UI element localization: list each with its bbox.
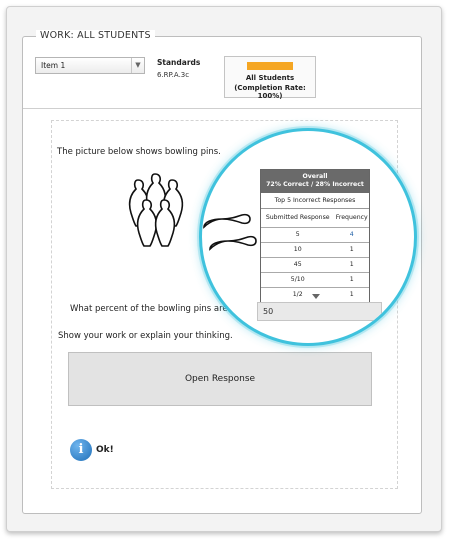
info-icon[interactable]: i [70, 439, 92, 461]
response-cell: 5 [295, 231, 300, 239]
frequency-cell: 1 [349, 261, 354, 269]
bowling-pins-icon [128, 173, 184, 247]
item-select-value: Item 1 [41, 61, 66, 70]
table-row: 10 1 [261, 241, 369, 257]
completion-rate: (Completion Rate: 100%) [234, 84, 306, 100]
response-stats-popup: Overall 72% Correct / 28% Incorrect Top … [260, 169, 370, 303]
response-cell: 45 [293, 261, 302, 269]
popup-pointer [312, 294, 320, 299]
response-magnifier: Overall 72% Correct / 28% Incorrect Top … [199, 128, 417, 346]
chevron-down-icon[interactable]: ▼ [131, 58, 144, 73]
show-work-instruction: Show your work or explain your thinking. [58, 331, 233, 341]
feedback-label: Ok! [96, 445, 114, 455]
column-header-frequency: Frequency [335, 214, 368, 222]
fallen-pins-image [203, 213, 257, 251]
response-cell: 10 [293, 246, 302, 254]
question-prompt: The picture below shows bowling pins. [57, 147, 221, 157]
fallen-pins-icon [203, 213, 257, 251]
response-cell: 1/2 [292, 291, 303, 299]
class-completion-card[interactable]: All Students (Completion Rate: 100%) [224, 56, 316, 100]
open-response-button[interactable]: Open Response [68, 352, 372, 406]
stats-summary: 72% Correct / 28% Incorrect [266, 181, 364, 189]
table-row: 5/10 1 [261, 271, 369, 287]
frequency-cell: 4 [349, 231, 354, 239]
standards-code: 6.RP.A.3c [157, 71, 190, 79]
response-cell: 5/10 [290, 276, 305, 284]
stats-column-headers: Submitted Response Frequency [261, 209, 369, 227]
bowling-pins-image [128, 173, 184, 247]
standards-label: Standards [157, 58, 201, 67]
frequency-cell: 1 [349, 276, 354, 284]
table-row: 5 4 [261, 226, 369, 242]
magnified-answer-input[interactable]: 50 [257, 302, 382, 321]
frequency-cell: 1 [349, 246, 354, 254]
stats-title: Overall [302, 173, 328, 180]
panel-legend: WORK: ALL STUDENTS [36, 30, 155, 41]
column-header-response: Submitted Response [265, 214, 330, 222]
stats-subtitle: Top 5 Incorrect Responses [261, 193, 369, 209]
frequency-cell: 1 [349, 291, 354, 299]
class-card-title: All Students [245, 74, 295, 82]
table-row: 45 1 [261, 256, 369, 272]
item-select[interactable]: Item 1 ▼ [35, 57, 145, 74]
header-divider [23, 108, 421, 109]
completion-bar [247, 62, 293, 70]
stats-header: Overall 72% Correct / 28% Incorrect [261, 170, 369, 193]
